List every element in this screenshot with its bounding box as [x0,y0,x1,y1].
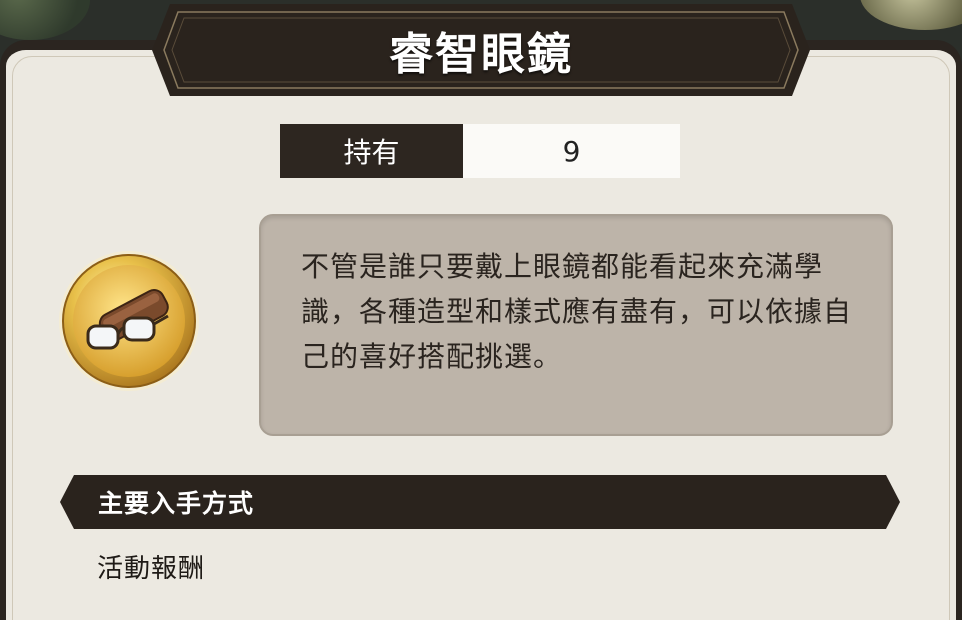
acquisition-header: 主要入手方式 [60,475,900,529]
acquisition-source: 活動報酬 [97,554,206,584]
item-description: 不管是誰只要戴上眼鏡都能看起來充滿學識，各種造型和樣式應有盡有，可以依據自己的喜… [301,250,853,373]
acquisition-title: 主要入手方式 [98,489,255,518]
background-orb-left [0,0,90,40]
glasses-icon [58,250,200,392]
owned-label: 持有 [280,124,463,178]
background-orb-right [860,0,962,30]
owned-count-bar: 持有 9 [280,124,680,178]
description-box: 不管是誰只要戴上眼鏡都能看起來充滿學識，各種造型和樣式應有盡有，可以依據自己的喜… [259,214,893,436]
owned-count: 9 [463,124,680,178]
title-banner: 睿智眼鏡 [152,4,810,96]
item-title: 睿智眼鏡 [389,29,573,80]
